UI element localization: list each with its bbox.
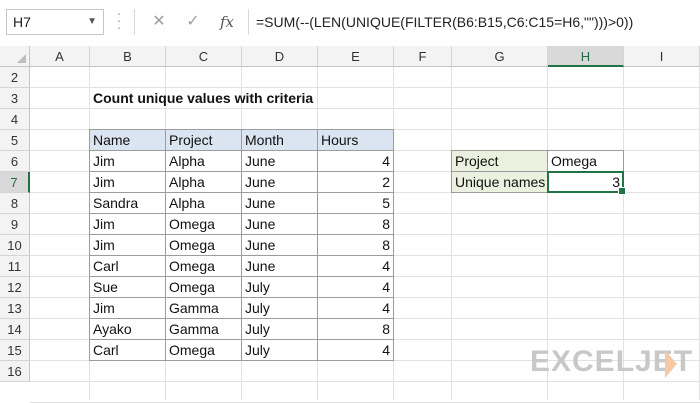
criteria-result-label[interactable]: Unique names xyxy=(452,172,548,193)
row-header-6[interactable]: 6 xyxy=(0,151,30,172)
table-cell-project[interactable]: Omega xyxy=(166,256,242,277)
table-cell-hours[interactable]: 4 xyxy=(318,151,394,172)
row-header-10[interactable]: 10 xyxy=(0,235,30,256)
enter-icon[interactable]: ✓ xyxy=(178,9,208,35)
divider xyxy=(248,9,249,35)
table-cell-name[interactable]: Jim xyxy=(90,151,166,172)
column-header-h[interactable]: H xyxy=(548,46,624,67)
formula-bar: H7 ▼ · · · ✕ ✓ fx =SUM(--(LEN(UNIQUE(FILTE… xyxy=(0,0,700,47)
table-cell-month[interactable]: June xyxy=(242,151,318,172)
table-cell-hours[interactable]: 2 xyxy=(318,172,394,193)
table-cell-hours[interactable]: 5 xyxy=(318,193,394,214)
table-cell-name[interactable]: Sue xyxy=(90,277,166,298)
table-cell-month[interactable]: June xyxy=(242,235,318,256)
row-header-2[interactable]: 2 xyxy=(0,67,30,88)
table-cell-project[interactable]: Omega xyxy=(166,340,242,361)
insert-function-icon[interactable]: fx xyxy=(212,9,242,35)
table-cell-name[interactable]: Jim xyxy=(90,298,166,319)
table-cell-month[interactable]: June xyxy=(242,214,318,235)
table-cell-project[interactable]: Gamma xyxy=(166,319,242,340)
row-header-15[interactable]: 15 xyxy=(0,340,30,361)
table-header-project[interactable]: Project xyxy=(166,130,242,151)
divider xyxy=(134,9,135,35)
sheet-title: Count unique values with criteria xyxy=(93,90,314,106)
table-cell-project[interactable]: Alpha xyxy=(166,172,242,193)
table-cell-hours[interactable]: 4 xyxy=(318,256,394,277)
active-cell-selection[interactable] xyxy=(547,171,626,195)
criteria-project-label[interactable]: Project xyxy=(452,151,548,172)
row-header-8[interactable]: 8 xyxy=(0,193,30,214)
table-cell-project[interactable]: Alpha xyxy=(166,193,242,214)
row-header-3[interactable]: 3 xyxy=(0,88,30,109)
logo-mark-icon xyxy=(665,350,677,378)
table-cell-hours[interactable]: 4 xyxy=(318,298,394,319)
table-cell-hours[interactable]: 8 xyxy=(318,214,394,235)
column-header-b[interactable]: B xyxy=(90,46,166,67)
criteria-project-value[interactable]: Omega xyxy=(548,151,624,172)
column-header-g[interactable]: G xyxy=(452,46,548,67)
table-header-month[interactable]: Month xyxy=(242,130,318,151)
row-header-7[interactable]: 7 xyxy=(0,172,30,193)
table-cell-project[interactable]: Omega xyxy=(166,277,242,298)
table-cell-name[interactable]: Sandra xyxy=(90,193,166,214)
table-cell-hours[interactable]: 4 xyxy=(318,277,394,298)
column-header-a[interactable]: A xyxy=(30,46,90,67)
more-options-icon[interactable]: · · · xyxy=(112,6,126,34)
table-cell-name[interactable]: Jim xyxy=(90,235,166,256)
column-header-i[interactable]: I xyxy=(624,46,700,67)
table-cell-name[interactable]: Carl xyxy=(90,340,166,361)
table-cell-hours[interactable]: 4 xyxy=(318,340,394,361)
row-header-16[interactable]: 16 xyxy=(0,361,30,382)
table-cell-project[interactable]: Gamma xyxy=(166,298,242,319)
row-header-11[interactable]: 11 xyxy=(0,256,30,277)
cancel-icon[interactable]: ✕ xyxy=(144,9,174,35)
table-cell-name[interactable]: Ayako xyxy=(90,319,166,340)
table-cell-name[interactable]: Jim xyxy=(90,172,166,193)
table-cell-project[interactable]: Omega xyxy=(166,235,242,256)
column-header-c[interactable]: C xyxy=(166,46,242,67)
table-cell-project[interactable]: Alpha xyxy=(166,151,242,172)
column-header-e[interactable]: E xyxy=(318,46,394,67)
select-all-corner[interactable] xyxy=(0,46,30,67)
table-cell-month[interactable]: July xyxy=(242,277,318,298)
table-cell-month[interactable]: June xyxy=(242,172,318,193)
table-header-name[interactable]: Name xyxy=(90,130,166,151)
table-cell-hours[interactable]: 8 xyxy=(318,235,394,256)
name-box-value: H7 xyxy=(13,14,31,30)
column-header-f[interactable]: F xyxy=(394,46,452,67)
chevron-down-icon[interactable]: ▼ xyxy=(87,10,97,34)
table-cell-month[interactable]: June xyxy=(242,256,318,277)
row-header-12[interactable]: 12 xyxy=(0,277,30,298)
table-cell-hours[interactable]: 8 xyxy=(318,319,394,340)
row-header-14[interactable]: 14 xyxy=(0,319,30,340)
fill-handle[interactable] xyxy=(618,187,626,195)
row-header-4[interactable]: 4 xyxy=(0,109,30,130)
column-header-d[interactable]: D xyxy=(242,46,318,67)
table-cell-month[interactable]: July xyxy=(242,340,318,361)
table-cell-name[interactable]: Carl xyxy=(90,256,166,277)
formula-input[interactable]: =SUM(--(LEN(UNIQUE(FILTER(B6:B15,C6:C15=… xyxy=(256,9,633,35)
name-box[interactable]: H7 ▼ xyxy=(6,9,104,35)
row-header-5[interactable]: 5 xyxy=(0,130,30,151)
table-cell-project[interactable]: Omega xyxy=(166,214,242,235)
row-header-13[interactable]: 13 xyxy=(0,298,30,319)
gridline xyxy=(30,381,700,382)
table-cell-month[interactable]: July xyxy=(242,319,318,340)
table-cell-month[interactable]: July xyxy=(242,298,318,319)
row-header-9[interactable]: 9 xyxy=(0,214,30,235)
table-cell-name[interactable]: Jim xyxy=(90,214,166,235)
table-header-hours[interactable]: Hours xyxy=(318,130,394,151)
table-cell-month[interactable]: June xyxy=(242,193,318,214)
